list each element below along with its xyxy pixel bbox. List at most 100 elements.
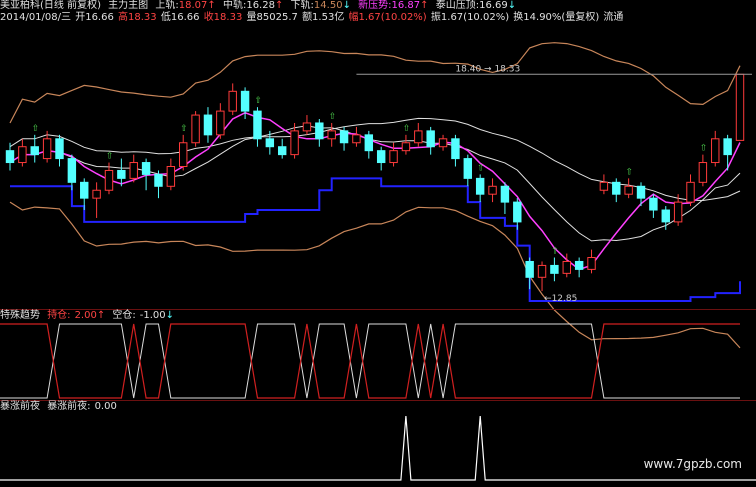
candle-body [463, 158, 473, 179]
candle-body [475, 177, 485, 195]
candle-body [191, 114, 200, 144]
quote-flow: 流通 [603, 12, 624, 23]
surge-eve-indicator [0, 415, 756, 481]
candle-body [18, 146, 27, 164]
hold-line [0, 323, 740, 399]
marker-icon: ⇧ [329, 112, 337, 122]
taishan-label: 泰山压顶: [435, 0, 480, 11]
quote-open: 开16.66 [75, 12, 114, 23]
surge-label: 暴涨前夜: [47, 401, 91, 412]
arrow-up-icon: ↑ [420, 0, 429, 11]
surge: 暴涨前夜: 0.00 [47, 401, 117, 413]
quote-amount: 额1.53亿 [302, 12, 345, 23]
quote-volume: 量85025.7 [246, 12, 298, 23]
candle-body [339, 130, 349, 144]
indicator2-header: 暴涨前夜 暴涨前夜: 0.00 [0, 401, 121, 413]
marker-icon: ⇧ [700, 144, 708, 154]
new-pressure: 新压势:16.87↑ [358, 0, 428, 12]
candle-body [686, 181, 695, 203]
header-row: 美亚柏科(日线 前复权) 主力主图 上轨:18.07↑ 中轨:16.28↑ 下轨… [0, 0, 520, 12]
taishan: 泰山压顶:16.69↓ [436, 0, 516, 12]
arrow-down-icon: ↓ [507, 0, 517, 11]
empty: 空仓: -1.00↓ [112, 310, 174, 322]
candle-body [612, 181, 621, 195]
stock-name[interactable]: 美亚柏科(日线 前复权) [0, 0, 101, 12]
candle-body [735, 73, 745, 141]
empty-value: -1.00 [139, 310, 166, 321]
candle-body [240, 90, 250, 112]
quote-amplitude: 振1.67(10.02%) [430, 12, 510, 23]
upper-label: 上轨: [155, 0, 179, 11]
candle-body [661, 209, 670, 223]
marker-icon: ⇧ [626, 167, 634, 177]
candle-body [525, 260, 534, 278]
candle-body [42, 138, 52, 160]
candle-body [389, 150, 398, 164]
candle-body [636, 185, 646, 199]
hold-value: 2.00 [74, 310, 97, 321]
marker-icon: ⇧ [254, 96, 262, 106]
candle-body [550, 264, 559, 274]
empty-line [0, 323, 740, 399]
lower-value: 14.50 [313, 0, 343, 11]
upper-value: 18.07 [178, 0, 208, 11]
indicator-name[interactable]: 主力主图 [108, 0, 148, 12]
arrow-up-icon: ↑ [207, 0, 216, 11]
quote-date: 2014/01/08/三 [0, 12, 72, 23]
quote-close: 收18.33 [203, 12, 243, 23]
candle-body [364, 134, 374, 152]
upper-band-line [9, 42, 741, 124]
candle-body [80, 181, 89, 199]
candle-body [216, 110, 225, 136]
candle-body [203, 114, 213, 136]
hold-label: 持仓: [47, 310, 71, 321]
upper-band: 上轨:18.07↑ [155, 0, 215, 12]
empty-label: 空仓: [112, 310, 136, 321]
range-label: 18.40 → 18.33 [455, 64, 520, 74]
candle-body [376, 150, 386, 164]
candle-body [711, 138, 720, 164]
candle-body [599, 181, 609, 191]
candle-body [673, 201, 683, 223]
indicator1-header: 特殊趋势 持仓: 2.00↑ 空仓: -1.00↓ [0, 310, 178, 322]
marker-icon: ⇧ [32, 124, 40, 134]
marker-icon: ⇧ [106, 152, 114, 162]
chart-area: ⇧ ⇧ ⇧ ⇧ ⇧ ⇧ ⇧ ⇧ ⇧ ⇧ 18.40 → 18.33 ←12.85 [0, 42, 756, 481]
arrow-up-icon: ↑ [274, 0, 284, 11]
middle-band: 中轨:16.28↑ [223, 0, 283, 12]
arrow-down-icon: ↓ [342, 0, 351, 11]
candle-body [624, 185, 633, 195]
indicator1-name[interactable]: 特殊趋势 [0, 310, 40, 322]
marker-icon: ⇧ [403, 124, 411, 134]
middle-value: 16.28 [246, 0, 275, 11]
candle-body [55, 138, 64, 160]
support-line [10, 177, 741, 302]
hold: 持仓: 2.00↑ [47, 310, 105, 322]
candle-body [92, 189, 101, 199]
candle-body [352, 134, 361, 144]
candle-body [513, 201, 522, 223]
candle-body [327, 130, 336, 140]
marker-icon: ⇧ [477, 163, 485, 173]
candle-body [426, 130, 435, 148]
quote-turnover: 换14.90%(量复权) [513, 12, 600, 23]
marker-icon: ⇧ [180, 124, 188, 134]
quote-high: 高18.33 [118, 12, 157, 23]
candle-body [253, 110, 262, 140]
lower-band: 下轨:14.50↓ [291, 0, 351, 12]
candle-body [166, 166, 176, 187]
candle-body [587, 257, 596, 270]
candle-body [104, 169, 114, 191]
candle-body [562, 260, 571, 274]
quote-change: 幅1.67(10.02%) [348, 12, 427, 23]
candle-body [649, 197, 658, 211]
candle-body [302, 122, 312, 132]
candle-body [537, 264, 547, 278]
candle-body [574, 260, 584, 270]
candle-body [414, 130, 423, 144]
lower-band-line [9, 201, 741, 349]
candle-body [401, 142, 411, 152]
watermark: www.7gpzb.com [643, 457, 742, 471]
bollinger-bands [9, 42, 741, 349]
indicator2-name[interactable]: 暴涨前夜 [0, 401, 40, 413]
